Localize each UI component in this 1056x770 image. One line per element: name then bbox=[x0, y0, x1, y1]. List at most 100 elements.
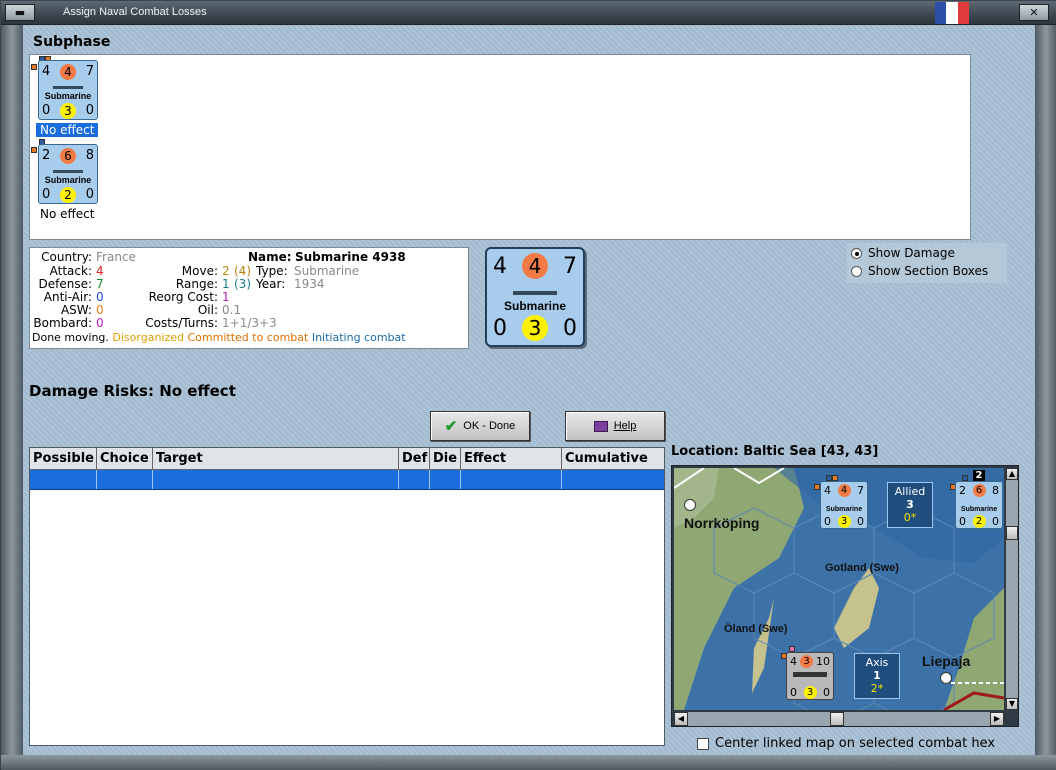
reorg-value: 1 bbox=[222, 290, 230, 304]
column-possible[interactable]: Possible bbox=[30, 448, 97, 469]
map-counter-axis-fleet[interactable]: 4 3 10 0 3 0 bbox=[786, 652, 834, 700]
unit-status-line: Done moving. Disorganized Committed to c… bbox=[32, 331, 406, 344]
map-counter-val: 0 bbox=[857, 515, 864, 528]
column-choice[interactable]: Choice bbox=[97, 448, 153, 469]
map-counter-val: 7 bbox=[857, 484, 864, 497]
asw-value: 0 bbox=[96, 303, 104, 317]
unit-status-2[interactable]: No effect bbox=[36, 207, 98, 221]
axis-stack-box[interactable]: Axis 1 2* bbox=[854, 653, 900, 699]
window-frame-right[interactable] bbox=[1035, 25, 1056, 755]
map-counter-type: Submarine bbox=[960, 506, 998, 513]
show-section-boxes-option[interactable]: Show Section Boxes bbox=[851, 264, 988, 278]
map-counter-val: 0 bbox=[824, 515, 831, 528]
map-counter-val: 3 bbox=[800, 655, 813, 668]
type-label: Type: bbox=[256, 264, 288, 278]
map-counter-val: 4 bbox=[790, 655, 797, 668]
show-section-boxes-label: Show Section Boxes bbox=[868, 264, 989, 278]
counter-attack: 4 bbox=[42, 64, 51, 79]
cell-choice bbox=[97, 470, 153, 489]
counter-b1: 0 bbox=[42, 103, 51, 118]
column-target[interactable]: Target bbox=[153, 448, 399, 469]
name-label: Name: bbox=[248, 250, 292, 264]
map-counter-val: 2 bbox=[972, 515, 986, 528]
column-cumulative[interactable]: Cumulative bbox=[562, 448, 664, 469]
unit-counter-2[interactable]: 2 6 8 Submarine 0 2 0 bbox=[38, 144, 98, 204]
map-counter-val: 3 bbox=[837, 515, 851, 528]
allied-sub: 0* bbox=[903, 511, 917, 524]
map-vertical-scrollbar[interactable]: ▲ ▼ bbox=[1006, 468, 1018, 710]
map-viewport[interactable]: Norrköping Gotland (Swe) Öland (Swe) Lie… bbox=[674, 468, 1004, 710]
unit-status-1[interactable]: No effect bbox=[36, 123, 98, 137]
window-frame-left bbox=[1, 25, 23, 755]
help-button[interactable]: Help bbox=[565, 411, 665, 441]
close-icon[interactable]: ✕ bbox=[1019, 4, 1049, 21]
ok-done-button[interactable]: ✔ OK - Done bbox=[430, 411, 530, 441]
reorg-label: Reorg Cost: bbox=[148, 290, 218, 304]
map-counter-val: 10 bbox=[816, 655, 830, 668]
antiair-label: Anti-Air: bbox=[43, 290, 92, 304]
window-frame-bottom bbox=[1, 755, 1056, 770]
map-counter-val: 0 bbox=[992, 515, 999, 528]
scroll-down-icon[interactable]: ▼ bbox=[1006, 698, 1018, 710]
vertical-scroll-thumb[interactable] bbox=[1006, 526, 1018, 540]
location-value: Baltic Sea [43, 43] bbox=[743, 444, 879, 459]
map-counter-allied-sub[interactable]: 4 4 7 Submarine 0 3 0 bbox=[820, 481, 868, 529]
show-damage-option[interactable]: Show Damage bbox=[851, 246, 955, 260]
year-label: Year: bbox=[256, 277, 286, 291]
scroll-left-icon[interactable]: ◀ bbox=[674, 712, 688, 726]
subphase-heading: Subphase bbox=[33, 34, 111, 50]
minimize-button[interactable]: ▬ bbox=[5, 4, 35, 21]
map-counter-allied-sub-2[interactable]: 2 6 8 Submarine 0 2 0 bbox=[955, 481, 1003, 529]
table-header: Possible Choice Target Def Die Effect Cu… bbox=[30, 448, 664, 470]
center-map-checkbox[interactable] bbox=[697, 737, 709, 750]
help-label: Help bbox=[613, 420, 637, 432]
allied-count: 3 bbox=[888, 498, 932, 511]
damage-risks-label: Damage Risks: bbox=[29, 382, 154, 400]
scroll-right-icon[interactable]: ▶ bbox=[990, 712, 1004, 726]
subphase-unit-list[interactable]: 4 4 7 Submarine 0 3 0 No effect 2 6 8 Su… bbox=[29, 54, 971, 240]
combat-minimap[interactable]: Norrköping Gotland (Swe) Öland (Swe) Lie… bbox=[671, 465, 1019, 727]
column-def[interactable]: Def bbox=[399, 448, 430, 469]
counter-b3: 0 bbox=[85, 103, 94, 118]
center-map-option[interactable]: Center linked map on selected combat hex bbox=[697, 736, 995, 751]
status-initiating: Initiating combat bbox=[311, 331, 406, 344]
radio-selected-icon[interactable] bbox=[851, 247, 862, 259]
unit-counter-1[interactable]: 4 4 7 Submarine 0 3 0 bbox=[38, 60, 98, 120]
unit-marker-icon bbox=[31, 64, 37, 70]
map-counter-val: 4 bbox=[837, 484, 851, 497]
checkmark-icon: ✔ bbox=[444, 418, 458, 435]
counter-type: Submarine bbox=[44, 175, 92, 185]
defense-label: Defense: bbox=[38, 277, 92, 291]
map-horizontal-scrollbar[interactable]: ◀ ▶ bbox=[674, 712, 1004, 726]
big-counter-top-mid: 4 bbox=[522, 253, 548, 279]
status-done: Done moving. bbox=[32, 331, 109, 344]
costs-value: 1+1/3+3 bbox=[222, 316, 277, 330]
unit-info-panel: Country: France Attack: 4 Defense: 7 Ant… bbox=[29, 247, 469, 349]
place-gotland: Gotland (Swe) bbox=[825, 562, 899, 574]
range-max-value: (3) bbox=[234, 277, 251, 291]
damage-risks-value: No effect bbox=[159, 382, 236, 400]
column-die[interactable]: Die bbox=[430, 448, 461, 469]
costs-label: Costs/Turns: bbox=[145, 316, 218, 330]
status-committed: Committed to combat bbox=[187, 331, 309, 344]
move-max-value: (4) bbox=[234, 264, 251, 278]
submarine-icon bbox=[53, 86, 83, 89]
table-row[interactable] bbox=[30, 470, 664, 490]
horizontal-scroll-thumb[interactable] bbox=[830, 712, 844, 726]
range-label: Range: bbox=[175, 277, 218, 291]
scroll-up-icon[interactable]: ▲ bbox=[1006, 468, 1018, 480]
antiair-value: 0 bbox=[96, 290, 104, 304]
axis-count: 1 bbox=[873, 669, 881, 682]
allied-stack-box[interactable]: Allied 3 0* bbox=[887, 482, 933, 528]
combat-losses-table[interactable]: Possible Choice Target Def Die Effect Cu… bbox=[29, 447, 665, 746]
map-counter-val: 4 bbox=[824, 484, 831, 497]
range-value: 1 bbox=[222, 277, 230, 291]
column-effect[interactable]: Effect bbox=[461, 448, 562, 469]
show-damage-label: Show Damage bbox=[868, 246, 955, 260]
oil-value: 0.1 bbox=[222, 303, 242, 317]
cell-possible bbox=[30, 470, 97, 489]
counter-type: Submarine bbox=[44, 91, 92, 101]
move-label: Move: bbox=[181, 264, 218, 278]
cell-effect bbox=[461, 470, 562, 489]
radio-icon[interactable] bbox=[851, 265, 862, 277]
